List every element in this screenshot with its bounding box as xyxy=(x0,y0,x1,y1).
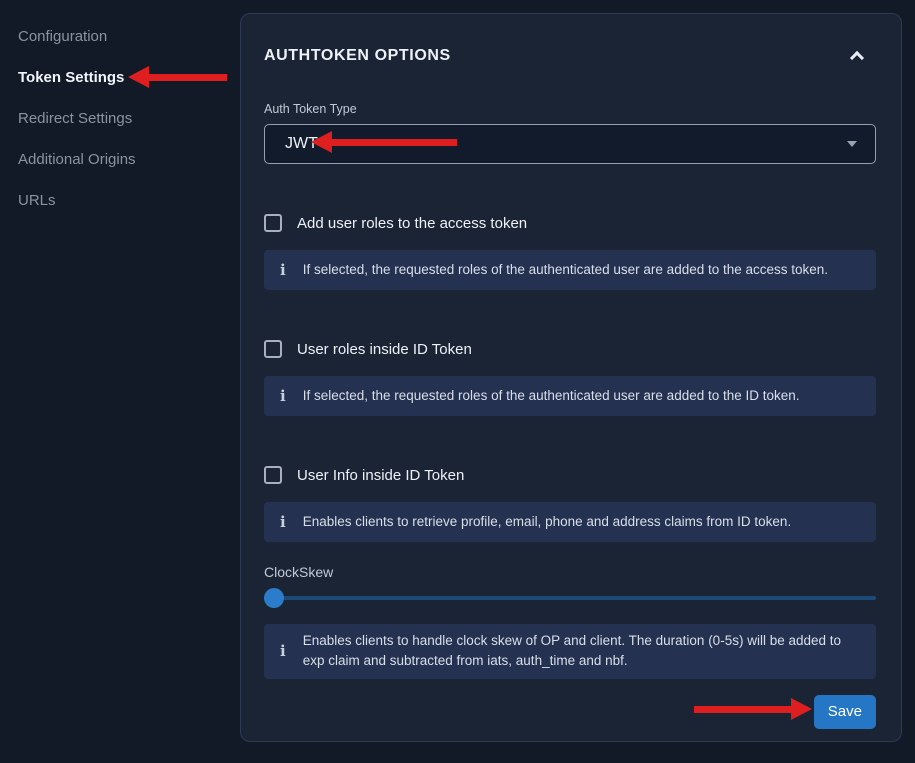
checkbox-user-info-id-token[interactable] xyxy=(264,466,282,484)
slider-thumb[interactable] xyxy=(264,588,284,608)
option-row-access-token-roles: Add user roles to the access token xyxy=(264,212,876,234)
auth-token-type-value: JWT xyxy=(285,135,318,153)
info-box-id-token-roles: i If selected, the requested roles of th… xyxy=(264,376,876,416)
info-box-access-token-roles: i If selected, the requested roles of th… xyxy=(264,250,876,290)
sidebar-item-redirect-settings[interactable]: Redirect Settings xyxy=(18,109,240,129)
panel-title: AUTHTOKEN OPTIONS xyxy=(264,47,451,65)
option-row-id-token-roles: User roles inside ID Token xyxy=(264,338,876,360)
checkbox-label: User roles inside ID Token xyxy=(297,341,472,358)
checkbox-add-user-roles-access-token[interactable] xyxy=(264,214,282,232)
sidebar-item-urls[interactable]: URLs xyxy=(18,191,240,211)
checkbox-user-roles-id-token[interactable] xyxy=(264,340,282,358)
clockskew-label: ClockSkew xyxy=(264,564,876,580)
checkbox-label: User Info inside ID Token xyxy=(297,467,464,484)
settings-sidebar: Configuration Token Settings Redirect Se… xyxy=(0,0,240,763)
info-icon: i xyxy=(280,263,286,278)
chevron-up-icon[interactable] xyxy=(850,51,864,65)
auth-token-type-select[interactable]: JWT xyxy=(264,124,876,164)
slider-track xyxy=(264,596,876,600)
save-row: Save xyxy=(264,695,876,729)
option-row-user-info-id-token: User Info inside ID Token xyxy=(264,464,876,486)
chevron-down-icon xyxy=(847,141,857,147)
info-text: If selected, the requested roles of the … xyxy=(303,386,800,406)
authtoken-options-panel: AUTHTOKEN OPTIONS Auth Token Type JWT Ad… xyxy=(240,13,902,742)
sidebar-item-additional-origins[interactable]: Additional Origins xyxy=(18,150,240,170)
checkbox-label: Add user roles to the access token xyxy=(297,215,527,232)
clockskew-slider[interactable] xyxy=(264,588,876,608)
sidebar-item-token-settings[interactable]: Token Settings xyxy=(18,68,240,88)
info-icon: i xyxy=(280,515,286,530)
info-box-clockskew: i Enables clients to handle clock skew o… xyxy=(264,624,876,679)
save-button[interactable]: Save xyxy=(814,695,876,729)
info-box-user-info-id-token: i Enables clients to retrieve profile, e… xyxy=(264,502,876,542)
auth-token-type-label: Auth Token Type xyxy=(264,102,876,116)
info-text: Enables clients to handle clock skew of … xyxy=(303,631,860,672)
info-icon: i xyxy=(280,644,286,659)
sidebar-item-configuration[interactable]: Configuration xyxy=(18,27,240,47)
info-text: Enables clients to retrieve profile, ema… xyxy=(303,512,792,532)
info-text: If selected, the requested roles of the … xyxy=(303,260,828,280)
panel-header: AUTHTOKEN OPTIONS xyxy=(264,44,876,68)
info-icon: i xyxy=(280,389,286,404)
